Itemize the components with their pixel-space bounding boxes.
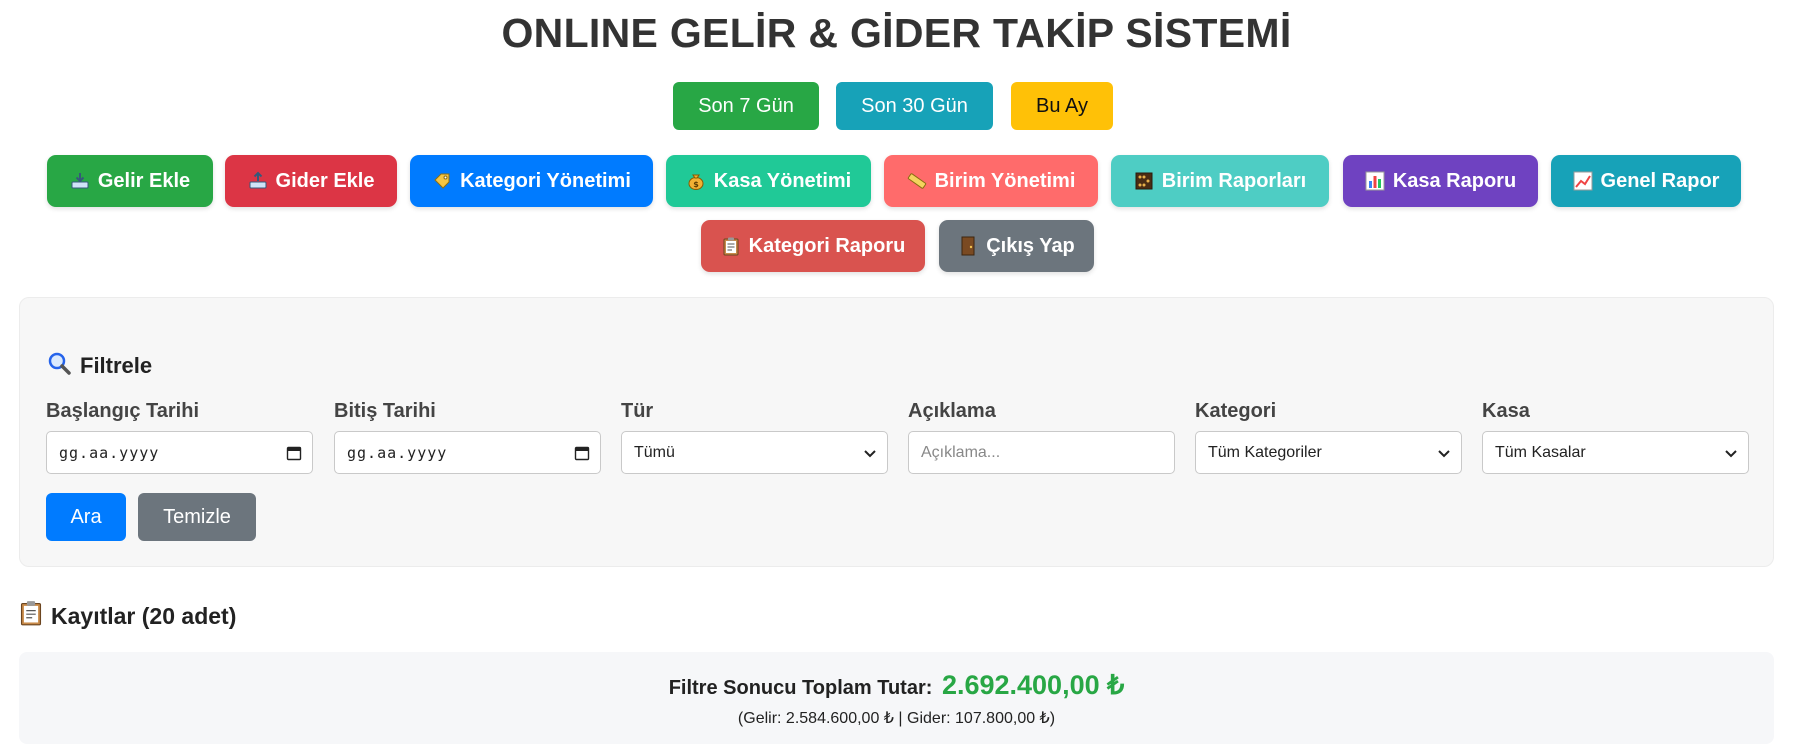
unit-reports-button[interactable]: Birim Raporları	[1111, 155, 1329, 207]
cashbox-select-value: Tüm Kasalar	[1495, 443, 1586, 461]
chevron-down-icon	[1724, 432, 1738, 473]
records-title-text: Kayıtlar (20 adet)	[51, 602, 237, 629]
calendar-icon[interactable]	[286, 432, 302, 473]
svg-text:$: $	[693, 180, 699, 189]
end-date-input[interactable]: gg.aa.yyyy	[334, 431, 601, 474]
cashbox-management-button[interactable]: $ Kasa Yönetimi	[666, 155, 871, 207]
end-date-value: gg.aa.yyyy	[347, 443, 448, 462]
add-expense-button[interactable]: Gider Ekle	[225, 155, 397, 207]
line-chart-icon	[1573, 171, 1593, 191]
type-label: Tür	[621, 400, 654, 422]
search-button[interactable]: Ara	[46, 493, 126, 541]
cashbox-select[interactable]: Tüm Kasalar	[1482, 431, 1749, 474]
magnifier-icon	[46, 350, 72, 382]
type-select[interactable]: Tümü	[621, 431, 888, 474]
add-expense-label: Gider Ekle	[275, 169, 375, 192]
category-report-label: Kategori Raporu	[748, 234, 906, 257]
ruler-icon	[907, 171, 927, 191]
start-date-label: Başlangıç Tarihi	[46, 400, 200, 422]
unit-management-label: Birim Yönetimi	[934, 169, 1076, 192]
filter-title: Filtrele	[46, 350, 152, 382]
records-title: Kayıtlar (20 adet)	[19, 600, 236, 632]
outbox-tray-icon	[248, 171, 268, 191]
page-title: ONLINE GELİR & GİDER TAKİP SİSTEMİ	[501, 10, 1292, 56]
money-bag-icon: $	[686, 171, 706, 191]
type-select-value: Tümü	[634, 443, 675, 461]
last-30-days-button[interactable]: Son 30 Gün	[836, 82, 993, 130]
general-report-label: Genel Rapor	[1600, 169, 1720, 192]
cashbox-report-label: Kasa Raporu	[1392, 169, 1517, 192]
end-date-label: Bitiş Tarihi	[334, 400, 436, 422]
cashbox-management-label: Kasa Yönetimi	[713, 169, 852, 192]
description-placeholder: Açıklama...	[921, 443, 1001, 461]
filter-title-text: Filtrele	[80, 353, 153, 378]
start-date-input[interactable]: gg.aa.yyyy	[46, 431, 313, 474]
totals-breakdown: (Gelir: 2.584.600,00 ₺ | Gider: 107.800,…	[737, 710, 1056, 727]
totals-panel: Filtre Sonucu Toplam Tutar: 2.692.400,00…	[19, 652, 1774, 744]
bar-chart-icon	[1365, 171, 1385, 191]
general-report-button[interactable]: Genel Rapor	[1551, 155, 1741, 207]
inbox-tray-icon	[70, 171, 90, 191]
description-label: Açıklama	[908, 400, 996, 422]
cashbox-report-button[interactable]: Kasa Raporu	[1343, 155, 1538, 207]
cashbox-label: Kasa	[1482, 400, 1530, 422]
unit-reports-label: Birim Raporları	[1161, 169, 1307, 192]
clear-button[interactable]: Temizle	[138, 493, 256, 541]
chevron-down-icon	[1437, 432, 1451, 473]
door-icon	[958, 236, 978, 256]
category-select[interactable]: Tüm Kategoriler	[1195, 431, 1462, 474]
category-select-value: Tüm Kategoriler	[1208, 443, 1322, 461]
category-management-button[interactable]: Kategori Yönetimi	[410, 155, 653, 207]
logout-label: Çıkış Yap	[986, 234, 1075, 257]
category-management-label: Kategori Yönetimi	[460, 169, 631, 192]
category-report-button[interactable]: Kategori Raporu	[701, 220, 925, 272]
totals-label: Filtre Sonucu Toplam Tutar:	[668, 677, 933, 699]
description-input[interactable]: Açıklama...	[908, 431, 1175, 474]
start-date-value: gg.aa.yyyy	[59, 443, 160, 462]
totals-line: Filtre Sonucu Toplam Tutar: 2.692.400,00…	[19, 670, 1774, 701]
unit-management-button[interactable]: Birim Yönetimi	[884, 155, 1098, 207]
category-label: Kategori	[1195, 400, 1277, 422]
chevron-down-icon	[863, 432, 877, 473]
tag-icon	[432, 171, 452, 191]
calendar-icon[interactable]	[574, 432, 590, 473]
logout-button[interactable]: Çıkış Yap	[939, 220, 1094, 272]
this-month-button[interactable]: Bu Ay	[1011, 82, 1113, 130]
clipboard-icon	[721, 236, 741, 256]
abacus-icon	[1134, 171, 1154, 191]
add-income-button[interactable]: Gelir Ekle	[47, 155, 213, 207]
page: ONLINE GELİR & GİDER TAKİP SİSTEMİ Son 7…	[0, 0, 1793, 748]
filter-panel: Filtrele Başlangıç Tarihi Bitiş Tarihi T…	[19, 297, 1774, 567]
last-7-days-button[interactable]: Son 7 Gün	[673, 82, 819, 130]
totals-amount: 2.692.400,00 ₺	[941, 670, 1125, 700]
add-income-label: Gelir Ekle	[97, 169, 191, 192]
clipboard-icon	[19, 600, 43, 632]
